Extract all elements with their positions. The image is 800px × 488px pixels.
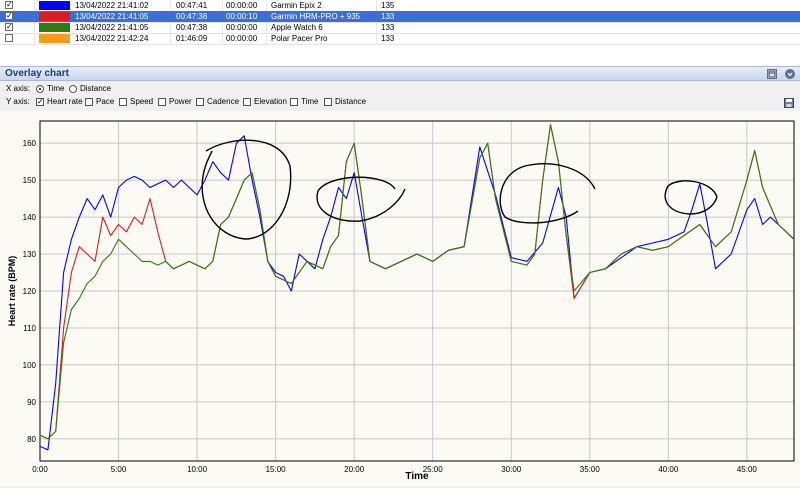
x-axis-label: X axis: bbox=[6, 84, 31, 93]
y-heart-rate-label: Heart rate bbox=[47, 97, 83, 106]
color-swatch bbox=[39, 1, 70, 10]
y-cadence-label: Cadence bbox=[207, 97, 240, 106]
duration: 00:47:41 bbox=[176, 1, 208, 10]
chevron-down-icon[interactable] bbox=[785, 69, 795, 79]
offset: 00:00:10 bbox=[226, 12, 258, 21]
overlay-chart: 0:00 5:00 10:00 15:00 20:00 25:00 30:00 35:00 40… bbox=[0, 111, 800, 486]
device-value: 133 bbox=[381, 12, 395, 21]
save-icon[interactable] bbox=[784, 98, 794, 108]
y-tick-label: 160 bbox=[23, 139, 37, 148]
device-value: 133 bbox=[381, 34, 395, 43]
duration: 00:47:38 bbox=[176, 23, 208, 32]
y-time-label: Time bbox=[301, 97, 319, 106]
y-power-checkbox[interactable] bbox=[158, 98, 166, 106]
y-power-label: Power bbox=[169, 97, 192, 106]
x-tick-label: 15:00 bbox=[266, 465, 287, 474]
y-time-checkbox[interactable] bbox=[290, 98, 298, 106]
x-tick-label: 0:00 bbox=[32, 465, 48, 474]
minimize-icon[interactable] bbox=[767, 69, 777, 79]
duration: 01:46:09 bbox=[176, 34, 208, 43]
duration: 00:47:38 bbox=[176, 12, 208, 21]
y-pace-checkbox[interactable] bbox=[85, 98, 93, 106]
color-swatch bbox=[39, 23, 70, 32]
x-tick-label: 45:00 bbox=[737, 465, 758, 474]
y-tick-label: 140 bbox=[23, 213, 37, 222]
x-tick-labels: 0:00 5:00 10:00 15:00 20:00 25:00 30:00 35:00 40… bbox=[32, 465, 757, 474]
y-axis-label: Y axis: bbox=[6, 97, 30, 106]
y-distance-checkbox[interactable] bbox=[324, 98, 332, 106]
y-heart-rate-checkbox[interactable]: ✓ bbox=[36, 98, 44, 106]
device-value: 133 bbox=[381, 23, 395, 32]
heart-rate-chart: 0:00 5:00 10:00 15:00 20:00 25:00 30:00 35:00 40… bbox=[7, 120, 795, 482]
overlay-chart-header: Overlay chart bbox=[0, 66, 800, 81]
y-tick-label: 100 bbox=[23, 361, 37, 370]
y-tick-labels: 80 90 100 110 120 130 140 150 160 bbox=[23, 139, 37, 444]
y-tick-label: 130 bbox=[23, 250, 37, 259]
x-axis-title: Time bbox=[405, 471, 429, 482]
y-tick-label: 120 bbox=[23, 287, 37, 296]
chart-grid bbox=[39, 121, 794, 461]
x-distance-label: Distance bbox=[80, 84, 112, 93]
y-elevation-checkbox[interactable] bbox=[243, 98, 251, 106]
color-swatch bbox=[39, 12, 70, 21]
y-speed-label: Speed bbox=[130, 97, 154, 106]
y-distance-label: Distance bbox=[335, 97, 367, 106]
table-row[interactable]: 13/04/2022 21:42:24 01:46:09 00:00:00 Po… bbox=[0, 33, 800, 45]
x-tick-label: 5:00 bbox=[111, 465, 127, 474]
series-line-2 bbox=[39, 124, 795, 440]
offset: 00:00:00 bbox=[226, 34, 258, 43]
x-distance-radio[interactable] bbox=[69, 85, 77, 93]
x-time-radio[interactable] bbox=[36, 85, 44, 93]
y-speed-checkbox[interactable] bbox=[119, 98, 127, 106]
offset: 00:00:00 bbox=[226, 23, 258, 32]
panel-title: Overlay chart bbox=[5, 68, 69, 79]
device-value: 135 bbox=[381, 1, 395, 10]
annotation-circle bbox=[499, 163, 596, 224]
y-tick-label: 90 bbox=[27, 398, 36, 407]
device-name: Apple Watch 6 bbox=[271, 23, 323, 32]
start-time: 13/04/2022 21:41:05 bbox=[75, 12, 149, 21]
chart-series bbox=[39, 124, 795, 451]
start-time: 13/04/2022 21:42:24 bbox=[75, 34, 149, 43]
color-swatch bbox=[39, 34, 70, 43]
x-time-label: Time bbox=[47, 84, 65, 93]
x-tick-label: 20:00 bbox=[344, 465, 365, 474]
row-checkbox[interactable]: ✓ bbox=[5, 23, 13, 31]
start-time: 13/04/2022 21:41:02 bbox=[75, 1, 149, 10]
annotation-circles bbox=[201, 139, 718, 240]
start-time: 13/04/2022 21:41:05 bbox=[75, 23, 149, 32]
series-line-1 bbox=[39, 124, 795, 440]
row-checkbox[interactable] bbox=[5, 34, 13, 42]
x-tick-label: 10:00 bbox=[187, 465, 208, 474]
y-cadence-checkbox[interactable] bbox=[196, 98, 204, 106]
x-tick-label: 40:00 bbox=[658, 465, 679, 474]
annotation-circle bbox=[664, 180, 718, 215]
x-tick-label: 30:00 bbox=[501, 465, 522, 474]
device-name: Garmin Epix 2 bbox=[271, 1, 322, 10]
y-tick-label: 80 bbox=[27, 435, 36, 444]
row-checkbox[interactable]: ✓ bbox=[5, 12, 13, 20]
axis-options: X axis: Time Distance Y axis: ✓ Heart ra… bbox=[0, 81, 800, 111]
device-name: Polar Pacer Pro bbox=[271, 34, 328, 43]
device-table: ✓ 13/04/2022 21:41:02 00:47:41 00:00:00 … bbox=[0, 0, 800, 67]
y-tick-label: 110 bbox=[23, 324, 36, 333]
device-name: Garmin HRM-PRO + 935 bbox=[271, 12, 361, 21]
y-axis-title: Heart rate (BPM) bbox=[7, 256, 17, 327]
y-tick-label: 150 bbox=[23, 176, 37, 185]
series-line-0 bbox=[39, 135, 795, 451]
y-elevation-label: Elevation bbox=[254, 97, 287, 106]
row-checkbox[interactable]: ✓ bbox=[5, 1, 13, 9]
y-pace-label: Pace bbox=[96, 97, 115, 106]
annotation-circle bbox=[201, 139, 292, 240]
x-tick-label: 35:00 bbox=[580, 465, 601, 474]
offset: 00:00:00 bbox=[226, 1, 258, 10]
